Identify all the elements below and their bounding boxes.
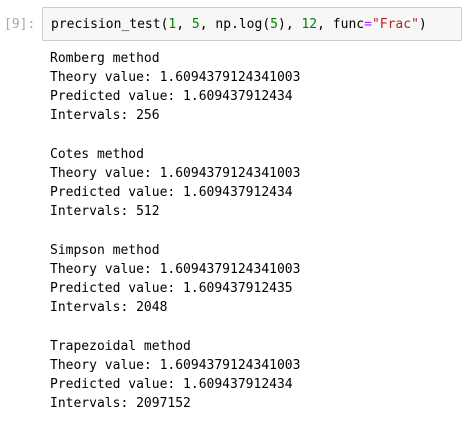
- code-operator: =: [364, 17, 372, 32]
- code-punctuation: ),: [278, 17, 302, 32]
- output-block-cotes: Cotes method Theory value: 1.60943791243…: [50, 145, 460, 221]
- output-block-romberg: Romberg method Theory value: 1.609437912…: [50, 49, 460, 125]
- output-block-trapezoidal: Trapezoidal method Theory value: 1.60943…: [50, 337, 460, 413]
- theory-value: Theory value: 1.6094379124341003: [50, 262, 301, 277]
- code-punctuation: ,: [176, 17, 192, 32]
- code-string: "Frac": [371, 17, 419, 32]
- intervals-value: Intervals: 512: [50, 204, 160, 219]
- code-line[interactable]: precision_test(1, 5, np.log(5), 12, func…: [51, 16, 427, 34]
- execution-count-prompt: [9]:: [4, 17, 36, 32]
- cell-output-area: Romberg method Theory value: 1.609437912…: [50, 49, 460, 433]
- code-function-call: precision_test(: [51, 17, 169, 32]
- notebook-cell: [9]: precision_test(1, 5, np.log(5), 12,…: [0, 0, 465, 411]
- code-input-area[interactable]: precision_test(1, 5, np.log(5), 12, func…: [42, 7, 462, 41]
- predicted-value: Predicted value: 1.609437912434: [50, 89, 293, 104]
- intervals-value: Intervals: 2097152: [50, 396, 191, 411]
- code-number: 12: [301, 17, 318, 32]
- theory-value: Theory value: 1.6094379124341003: [50, 358, 301, 373]
- predicted-value: Predicted value: 1.609437912434: [50, 377, 293, 392]
- method-name: Simpson method: [50, 243, 160, 258]
- code-number: 5: [191, 17, 200, 32]
- code-keyword-arg: , func: [317, 17, 365, 32]
- intervals-value: Intervals: 2048: [50, 300, 168, 315]
- intervals-value: Intervals: 256: [50, 108, 160, 123]
- theory-value: Theory value: 1.6094379124341003: [50, 70, 301, 85]
- code-number: 5: [270, 17, 278, 32]
- code-log-call: , np.log(: [199, 17, 271, 32]
- code-punctuation: ): [418, 17, 427, 32]
- method-name: Cotes method: [50, 147, 144, 162]
- predicted-value: Predicted value: 1.609437912434: [50, 185, 293, 200]
- predicted-value: Predicted value: 1.609437912435: [50, 281, 293, 296]
- method-name: Romberg method: [50, 51, 160, 66]
- output-block-simpson: Simpson method Theory value: 1.609437912…: [50, 241, 460, 317]
- method-name: Trapezoidal method: [50, 339, 191, 354]
- theory-value: Theory value: 1.6094379124341003: [50, 166, 301, 181]
